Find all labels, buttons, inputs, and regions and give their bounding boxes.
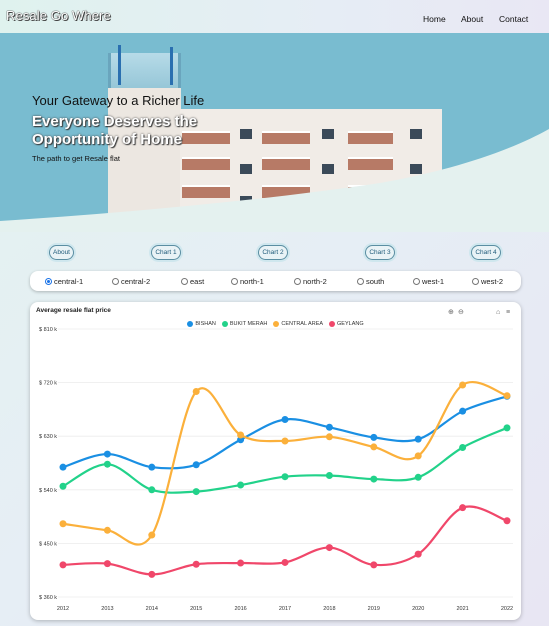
data-point[interactable] — [503, 392, 511, 400]
x-tick-label: 2016 — [234, 606, 246, 612]
radio-dot[interactable] — [112, 278, 119, 285]
x-tick-label: 2017 — [279, 606, 291, 612]
radio-central-2[interactable]: central-2 — [112, 277, 150, 286]
radio-central-1[interactable]: central-1 — [45, 277, 83, 286]
data-point[interactable] — [192, 461, 200, 469]
chart-card: Average resale flat price ⊕ ⊖ ⌂ ≡ BISHAN… — [30, 302, 521, 620]
x-tick-label: 2015 — [190, 606, 202, 612]
data-point[interactable] — [103, 450, 111, 458]
data-point[interactable] — [325, 433, 333, 441]
data-point[interactable] — [192, 388, 200, 396]
data-point[interactable] — [325, 423, 333, 431]
y-tick-label: $ 720 k — [39, 381, 57, 387]
radio-dot[interactable] — [181, 278, 188, 285]
data-point[interactable] — [370, 433, 378, 441]
data-point[interactable] — [281, 558, 289, 566]
y-tick-label: $ 630 k — [39, 434, 57, 440]
radio-dot[interactable] — [472, 278, 479, 285]
data-point[interactable] — [281, 473, 289, 481]
x-tick-label: 2013 — [101, 606, 113, 612]
data-point[interactable] — [459, 504, 467, 512]
data-point[interactable] — [459, 381, 467, 389]
radio-west-2[interactable]: west-2 — [472, 277, 503, 286]
data-point[interactable] — [103, 560, 111, 568]
nav-contact-link[interactable]: Contact — [499, 14, 528, 24]
data-point[interactable] — [503, 517, 511, 525]
radio-dot[interactable] — [231, 278, 238, 285]
data-point[interactable] — [148, 486, 156, 494]
data-point[interactable] — [325, 544, 333, 552]
x-tick-label: 2022 — [501, 606, 513, 612]
data-point[interactable] — [459, 444, 467, 452]
y-tick-label: $ 810 k — [39, 327, 57, 333]
radio-east[interactable]: east — [181, 277, 204, 286]
y-tick-label: $ 540 k — [39, 488, 57, 494]
data-point[interactable] — [503, 424, 511, 432]
chart-1-pill-button[interactable]: Chart 1 — [151, 245, 181, 260]
x-tick-label: 2019 — [368, 606, 380, 612]
hero-headline: Everyone Deserves the Opportunity of Hom… — [32, 113, 198, 148]
radio-north-2[interactable]: north-2 — [294, 277, 327, 286]
about-pill-button[interactable]: About — [49, 245, 74, 260]
region-radio-group: central-1 central-2 east north-1 north-2… — [30, 271, 521, 291]
data-point[interactable] — [59, 520, 67, 528]
data-point[interactable] — [459, 407, 467, 415]
y-tick-label: $ 450 k — [39, 541, 57, 547]
data-point[interactable] — [414, 435, 422, 443]
top-navbar: Resale Go Where Home About Contact — [0, 0, 549, 33]
data-point[interactable] — [103, 460, 111, 468]
radio-south[interactable]: south — [357, 277, 384, 286]
data-point[interactable] — [192, 560, 200, 568]
data-point[interactable] — [148, 463, 156, 471]
brand-logo[interactable]: Resale Go Where — [6, 8, 111, 23]
radio-west-1[interactable]: west-1 — [413, 277, 444, 286]
nav-about-link[interactable]: About — [461, 14, 483, 24]
x-tick-label: 2012 — [57, 606, 69, 612]
series-line-bishan[interactable] — [62, 395, 508, 470]
radio-dot[interactable] — [357, 278, 364, 285]
data-point[interactable] — [148, 570, 156, 578]
data-point[interactable] — [370, 561, 378, 569]
data-point[interactable] — [281, 416, 289, 424]
data-point[interactable] — [59, 482, 67, 490]
x-tick-label: 2014 — [146, 606, 158, 612]
data-point[interactable] — [281, 437, 289, 445]
data-point[interactable] — [192, 488, 200, 496]
radio-dot[interactable] — [294, 278, 301, 285]
hero-banner: Your Gateway to a Richer Life Everyone D… — [0, 33, 549, 232]
line-chart: $ 810 k $ 720 k $ 630 k $ 540 k $ 450 k $ 360… — [39, 327, 513, 612]
radio-dot[interactable] — [413, 278, 420, 285]
chart-2-pill-button[interactable]: Chart 2 — [258, 245, 288, 260]
data-point[interactable] — [237, 431, 245, 439]
chart-3-pill-button[interactable]: Chart 3 — [365, 245, 395, 260]
data-point[interactable] — [370, 443, 378, 451]
y-tick-label: $ 360 k — [39, 595, 57, 601]
data-point[interactable] — [414, 473, 422, 481]
data-point[interactable] — [237, 481, 245, 489]
data-point[interactable] — [237, 559, 245, 567]
data-point[interactable] — [148, 531, 156, 539]
radio-north-1[interactable]: north-1 — [231, 277, 264, 286]
data-point[interactable] — [103, 526, 111, 534]
x-tick-label: 2018 — [323, 606, 335, 612]
data-point[interactable] — [370, 475, 378, 483]
radio-dot[interactable] — [45, 278, 52, 285]
nav-home-link[interactable]: Home — [423, 14, 446, 24]
data-point[interactable] — [325, 472, 333, 480]
chart-4-pill-button[interactable]: Chart 4 — [471, 245, 501, 260]
data-point[interactable] — [414, 452, 422, 460]
data-point[interactable] — [59, 463, 67, 471]
x-tick-label: 2021 — [456, 606, 468, 612]
hero-title: Your Gateway to a Richer Life — [32, 93, 205, 108]
data-point[interactable] — [414, 550, 422, 558]
data-point[interactable] — [59, 561, 67, 569]
x-tick-label: 2020 — [412, 606, 424, 612]
hero-subtitle: The path to get Resale flat — [32, 154, 120, 163]
